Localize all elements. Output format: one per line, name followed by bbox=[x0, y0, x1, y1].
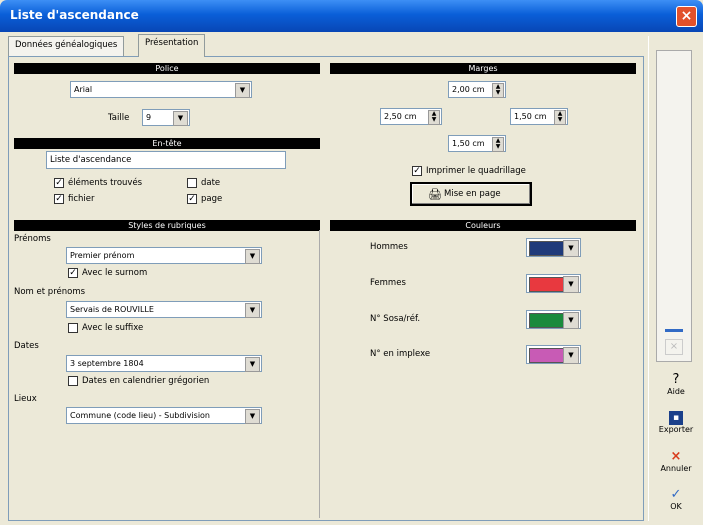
exporter-label: Exporter bbox=[658, 425, 694, 434]
chevron-down-icon: ▼ bbox=[245, 357, 260, 372]
chevron-down-icon: ▼ bbox=[245, 303, 260, 318]
nom-label: Nom et prénoms bbox=[14, 287, 86, 297]
tab-presentation[interactable]: Présentation bbox=[138, 34, 206, 57]
prenoms-select[interactable]: Premier prénom ▼ bbox=[66, 247, 262, 264]
checkbox-date[interactable] bbox=[187, 178, 197, 188]
spinner-arrows-icon: ▲ ▼ bbox=[554, 110, 566, 125]
window-title: Liste d'ascendance bbox=[10, 8, 139, 22]
spinner-arrows-icon: ▲ ▼ bbox=[492, 83, 504, 98]
lieux-label: Lieux bbox=[14, 394, 37, 404]
exporter-button[interactable]: ▪ Exporter bbox=[652, 411, 700, 434]
font-select[interactable]: Arial ▼ bbox=[70, 81, 252, 98]
checkbox-surnom[interactable]: ✓ bbox=[68, 268, 78, 278]
checkbox-suffixe[interactable] bbox=[68, 323, 78, 333]
couleur-sosa-label: N° Sosa/réf. bbox=[370, 314, 421, 324]
checkbox-gregorien[interactable] bbox=[68, 376, 78, 386]
margin-bottom-spinner[interactable]: 1,50 cm ▲ ▼ bbox=[448, 135, 506, 152]
ok-button[interactable]: ✓ OK bbox=[652, 487, 700, 512]
checkbox-elements-trouves[interactable]: ✓ bbox=[54, 178, 64, 188]
margin-right-spinner[interactable]: 1,50 cm ▲ ▼ bbox=[510, 108, 568, 125]
couleur-implexe-picker[interactable]: ▼ bbox=[526, 345, 581, 364]
checkbox-quadrillage[interactable]: ✓ bbox=[412, 166, 422, 176]
aide-label: Aide bbox=[667, 387, 685, 396]
couleur-implexe-label: N° en implexe bbox=[370, 349, 431, 359]
chevron-down-icon: ▼ bbox=[563, 347, 579, 364]
size-select[interactable]: 9 ▼ bbox=[142, 109, 190, 126]
disabled-close-icon: × bbox=[665, 339, 683, 355]
help-icon: ? bbox=[672, 372, 680, 387]
title-bar: Liste d'ascendance × bbox=[0, 0, 703, 32]
aide-button[interactable]: ? Aide bbox=[652, 372, 700, 397]
scroll-thumb[interactable] bbox=[665, 329, 683, 332]
checkbox-fichier-label: fichier bbox=[68, 194, 95, 204]
ok-label: OK bbox=[670, 502, 682, 511]
color-swatch bbox=[529, 313, 565, 328]
mise-en-page-label: Mise en page bbox=[444, 189, 501, 199]
save-icon: ▪ bbox=[669, 411, 683, 425]
couleur-sosa-picker[interactable]: ▼ bbox=[526, 310, 581, 329]
mise-en-page-button[interactable]: 🖨 Mise en page bbox=[410, 182, 532, 206]
lieux-select-value: Commune (code lieu) - Subdivision bbox=[70, 411, 210, 420]
dates-select[interactable]: 3 septembre 1804 ▼ bbox=[66, 355, 262, 372]
entete-header: En-tête bbox=[14, 138, 320, 149]
checkmark-icon: ✓ bbox=[670, 487, 682, 502]
color-swatch bbox=[529, 241, 565, 256]
couleurs-header: Couleurs bbox=[330, 220, 636, 231]
chevron-down-icon: ▼ bbox=[563, 276, 579, 293]
chevron-down-icon: ▼ bbox=[245, 409, 260, 424]
font-select-value: Arial bbox=[74, 85, 93, 94]
chevron-down-icon: ▼ bbox=[563, 312, 579, 329]
margin-right-value: 1,50 cm bbox=[514, 112, 547, 121]
printer-icon: 🖨 bbox=[428, 188, 442, 201]
marges-header: Marges bbox=[330, 63, 636, 74]
color-swatch bbox=[529, 348, 565, 363]
annuler-button[interactable]: × Annuler bbox=[652, 449, 700, 474]
margin-left-spinner[interactable]: 2,50 cm ▲ ▼ bbox=[380, 108, 442, 125]
margin-left-value: 2,50 cm bbox=[384, 112, 417, 121]
color-swatch bbox=[529, 277, 565, 292]
preview-scroll-area[interactable]: × bbox=[656, 50, 692, 362]
checkbox-fichier[interactable]: ✓ bbox=[54, 194, 64, 204]
cancel-icon: × bbox=[670, 449, 682, 464]
checkbox-gregorien-label: Dates en calendrier grégorien bbox=[82, 376, 210, 386]
margin-top-value: 2,00 cm bbox=[452, 85, 485, 94]
couleur-hommes-picker[interactable]: ▼ bbox=[526, 238, 581, 257]
prenoms-label: Prénoms bbox=[14, 234, 51, 244]
checkbox-date-label: date bbox=[201, 178, 221, 188]
chevron-down-icon: ▼ bbox=[245, 249, 260, 264]
size-label: Taille bbox=[108, 113, 130, 123]
tab-donnees-genealogiques[interactable]: Données généalogiques bbox=[8, 36, 125, 56]
annuler-label: Annuler bbox=[660, 464, 692, 473]
nom-select-value: Servais de ROUVILLE bbox=[70, 305, 154, 314]
styles-panel bbox=[14, 230, 320, 518]
margin-bottom-value: 1,50 cm bbox=[452, 139, 485, 148]
chevron-down-icon: ▼ bbox=[173, 111, 188, 126]
chevron-down-icon: ▼ bbox=[563, 240, 579, 257]
dates-select-value: 3 septembre 1804 bbox=[70, 359, 144, 368]
police-header: Police bbox=[14, 63, 320, 74]
lieux-select[interactable]: Commune (code lieu) - Subdivision ▼ bbox=[66, 407, 262, 424]
checkbox-quadrillage-label: Imprimer le quadrillage bbox=[426, 166, 526, 176]
close-icon: × bbox=[680, 8, 693, 24]
nom-select[interactable]: Servais de ROUVILLE ▼ bbox=[66, 301, 262, 318]
spinner-arrows-icon: ▲ ▼ bbox=[492, 137, 504, 152]
checkbox-surnom-label: Avec le surnom bbox=[82, 268, 148, 278]
checkbox-elements-trouves-label: éléments trouvés bbox=[68, 178, 143, 188]
dates-label: Dates bbox=[14, 341, 39, 351]
couleur-femmes-picker[interactable]: ▼ bbox=[526, 274, 581, 293]
couleur-femmes-label: Femmes bbox=[370, 278, 406, 288]
spinner-arrows-icon: ▲ ▼ bbox=[428, 110, 440, 125]
prenoms-select-value: Premier prénom bbox=[70, 251, 135, 260]
couleur-hommes-label: Hommes bbox=[370, 242, 408, 252]
size-select-value: 9 bbox=[146, 113, 152, 122]
margin-top-spinner[interactable]: 2,00 cm ▲ ▼ bbox=[448, 81, 506, 98]
close-button[interactable]: × bbox=[676, 6, 697, 27]
checkbox-page-label: page bbox=[201, 194, 223, 204]
checkbox-page[interactable]: ✓ bbox=[187, 194, 197, 204]
chevron-down-icon: ▼ bbox=[235, 83, 250, 98]
checkbox-suffixe-label: Avec le suffixe bbox=[82, 323, 144, 333]
entete-text-field[interactable]: Liste d'ascendance bbox=[46, 151, 286, 169]
